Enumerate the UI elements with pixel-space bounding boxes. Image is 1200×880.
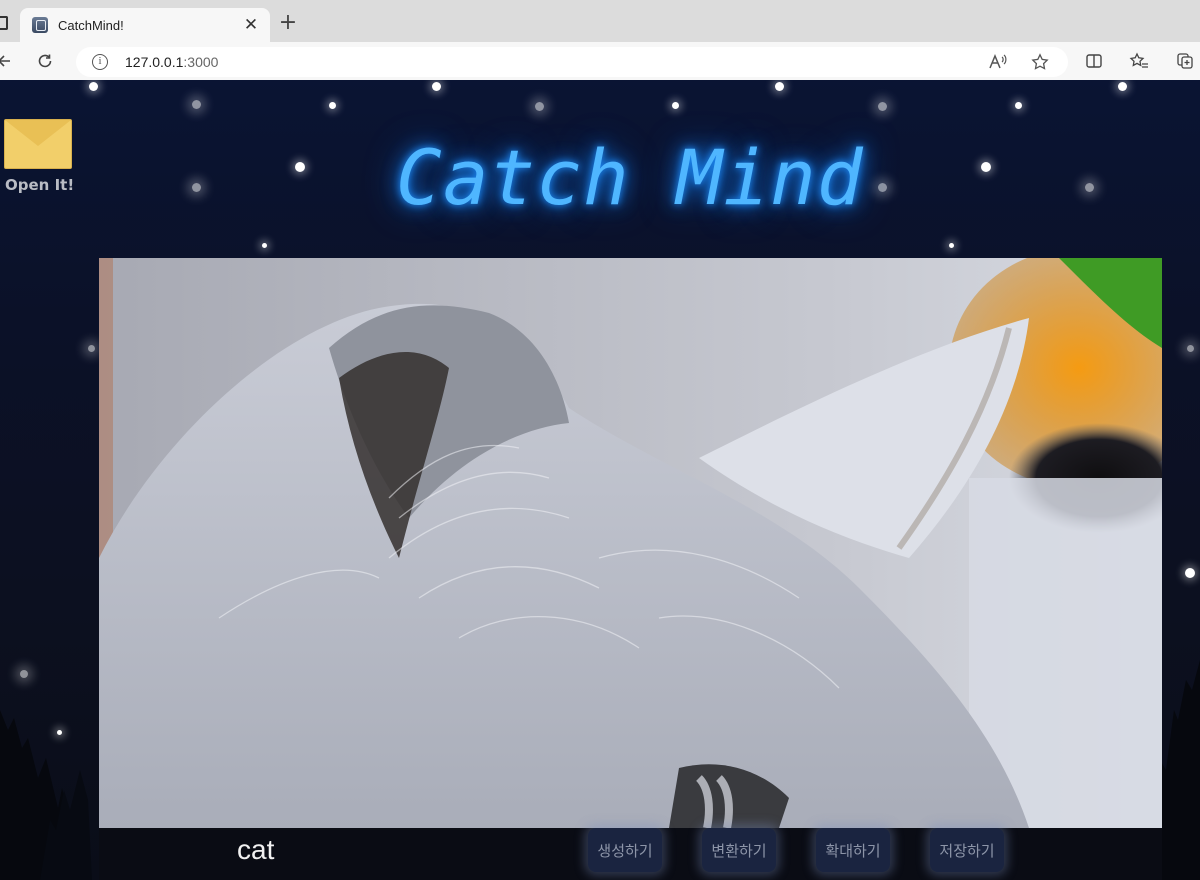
back-arrow-icon bbox=[0, 55, 10, 67]
url-port: :3000 bbox=[183, 54, 219, 70]
star bbox=[329, 102, 336, 109]
url-host: 127.0.0.1 bbox=[125, 54, 184, 70]
new-tab-button[interactable]: + bbox=[276, 11, 300, 35]
previous-tab-edge[interactable] bbox=[0, 16, 8, 30]
star bbox=[1185, 568, 1195, 578]
star bbox=[1015, 102, 1022, 109]
url-text[interactable]: 127.0.0.1:3000 bbox=[125, 54, 218, 70]
star bbox=[672, 102, 679, 109]
zoom-button[interactable]: 확대하기 bbox=[816, 828, 890, 872]
star bbox=[878, 102, 887, 111]
save-button[interactable]: 저장하기 bbox=[930, 828, 1004, 872]
star bbox=[1187, 345, 1194, 352]
star bbox=[949, 243, 954, 248]
favorite-star-button[interactable] bbox=[1028, 51, 1052, 73]
star bbox=[775, 82, 784, 91]
read-aloud-icon bbox=[989, 54, 1007, 69]
site-info-icon[interactable]: i bbox=[92, 54, 108, 70]
star bbox=[878, 183, 887, 192]
convert-button[interactable]: 변환하기 bbox=[702, 828, 776, 872]
read-aloud-button[interactable] bbox=[986, 51, 1010, 73]
star bbox=[89, 82, 98, 91]
star bbox=[981, 162, 991, 172]
tab-close-icon[interactable]: ✕ bbox=[242, 15, 260, 35]
reload-icon bbox=[38, 54, 52, 68]
browser-tabstrip: CatchMind! ✕ + bbox=[0, 0, 1200, 42]
browser-toolbar: i 127.0.0.1:3000 bbox=[0, 42, 1200, 80]
star-outline-icon bbox=[1031, 53, 1049, 70]
split-screen-icon bbox=[1086, 54, 1102, 68]
mail-label[interactable]: Open It! bbox=[5, 176, 74, 194]
collections-button[interactable] bbox=[1172, 48, 1198, 74]
star bbox=[88, 345, 95, 352]
star bbox=[295, 162, 305, 172]
control-bar: cat 생성하기 변환하기 확대하기 저장하기 bbox=[99, 828, 1162, 880]
star bbox=[1085, 183, 1094, 192]
split-screen-button[interactable] bbox=[1081, 48, 1107, 74]
generated-image-frame bbox=[99, 258, 1162, 828]
browser-tab-active[interactable]: CatchMind! ✕ bbox=[20, 8, 270, 42]
mail-envelope-icon[interactable] bbox=[4, 119, 72, 169]
prompt-text: cat bbox=[237, 834, 275, 865]
star bbox=[192, 100, 201, 109]
star bbox=[432, 82, 441, 91]
site-favicon-icon bbox=[32, 17, 48, 33]
collections-icon bbox=[1177, 53, 1193, 69]
star bbox=[1118, 82, 1127, 91]
back-button[interactable] bbox=[0, 48, 18, 74]
page-title: Catch Mind bbox=[396, 133, 864, 222]
reload-button[interactable] bbox=[32, 48, 58, 74]
address-bar[interactable]: i 127.0.0.1:3000 bbox=[76, 47, 1068, 77]
cat-closeup-image bbox=[99, 258, 1162, 828]
star bbox=[262, 243, 267, 248]
favorites-button[interactable] bbox=[1126, 48, 1152, 74]
catchmind-page: Open It! Catch Mind cat 생성하기 변환하기 확대하기 저… bbox=[0, 80, 1200, 880]
tab-title: CatchMind! bbox=[58, 17, 124, 33]
generate-button[interactable]: 생성하기 bbox=[588, 828, 662, 872]
star bbox=[535, 102, 544, 111]
favorites-list-icon bbox=[1129, 52, 1148, 68]
star bbox=[192, 183, 201, 192]
